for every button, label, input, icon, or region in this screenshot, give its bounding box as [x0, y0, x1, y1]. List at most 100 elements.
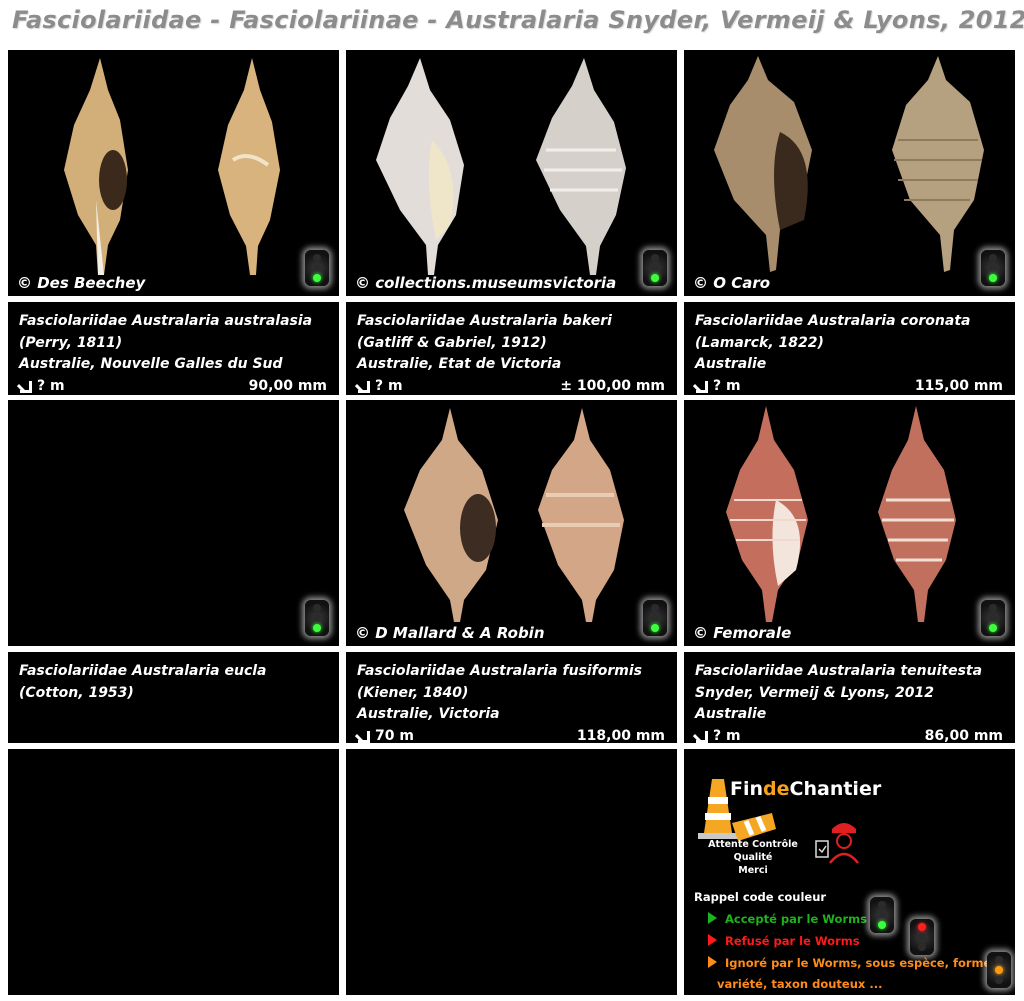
species-name: Fasciolariidae Australaria coronata [695, 313, 971, 329]
shell-dorsal-view [536, 58, 626, 275]
species-name: Fasciolariidae Australaria fusiformis [357, 663, 643, 679]
depth: 70 m [357, 726, 414, 744]
photo-credit: © O Caro [693, 274, 771, 292]
size-value: 90,00 mm [248, 377, 327, 394]
species-meta: ? m 115,00 mm [695, 376, 1003, 396]
photo-panel-tenuitesta: © Femorale [684, 400, 1015, 646]
traffic-light-icon [981, 600, 1005, 636]
depth: ? m [695, 376, 741, 396]
page-title: Fasciolariidae - Fasciolariinae - Austra… [12, 6, 1024, 34]
shell-dorsal-view [892, 56, 984, 272]
species-info-coronata: Fasciolariidae Australaria coronata (Lam… [684, 302, 1015, 395]
species-info-australasia: Fasciolariidae Australaria australasia (… [8, 302, 339, 395]
traffic-light-icon [643, 600, 667, 636]
photo-panel-coronata: © O Caro [684, 50, 1015, 296]
depth: ? m [357, 376, 403, 396]
shell-image [64, 58, 280, 275]
shell-aperture-view [404, 408, 498, 622]
shell-aperture-view [376, 58, 464, 275]
traffic-light-icon [910, 919, 934, 955]
species-locality: Australie, Nouvelle Galles du Sud [19, 356, 283, 372]
depth-value: ? m [713, 377, 741, 394]
depth-value: ? m [37, 377, 65, 394]
species-author: Snyder, Vermeij & Lyons, 2012 [695, 684, 934, 701]
depth-arrow-icon [357, 380, 369, 392]
inspector-icon [815, 823, 859, 864]
legend-text: Accepté par le Worms [725, 912, 867, 926]
traffic-light-icon [987, 952, 1011, 988]
shell-aperture-view [726, 406, 808, 622]
species-info-fusiformis: Fasciolariidae Australaria fusiformis (K… [346, 652, 677, 743]
species-meta: 70 m 118,00 mm [357, 726, 665, 744]
traffic-light-icon [870, 897, 894, 933]
photo-credit: © D Mallard & A Robin [355, 624, 545, 642]
play-triangle-icon [708, 956, 717, 968]
species-locality: Australie [695, 706, 767, 722]
play-triangle-icon [708, 912, 717, 924]
legend-title: Rappel code couleur [694, 890, 827, 904]
photo-panel-bakeri: © collections.museumsvictoria [346, 50, 677, 296]
legend-text: Ignoré par le Worms, sous espèce, forme [725, 956, 992, 970]
photo-credit: © collections.museumsvictoria [355, 274, 617, 292]
depth-arrow-icon [357, 730, 369, 742]
size-value: 86,00 mm [924, 727, 1003, 744]
species-locality: Australie, Etat de Victoria [357, 356, 562, 372]
size-value: ± 100,00 mm [560, 377, 665, 394]
species-meta: ? m ± 100,00 mm [357, 376, 665, 396]
legend-text: variété, taxon douteux ... [717, 977, 883, 991]
species-info-tenuitesta: Fasciolariidae Australaria tenuitesta Sn… [684, 652, 1015, 743]
photo-panel-eucla [8, 400, 339, 646]
play-triangle-icon [708, 934, 717, 946]
species-author: (Perry, 1811) [19, 334, 123, 351]
species-meta: ? m 86,00 mm [695, 726, 1003, 744]
depth-arrow-icon [695, 730, 707, 742]
species-author: (Kiener, 1840) [357, 684, 469, 701]
species-info-eucla: Fasciolariidae Australaria eucla (Cotton… [8, 652, 339, 743]
traffic-light-icon [981, 250, 1005, 286]
photo-credit: © Des Beechey [17, 274, 146, 292]
species-name: Fasciolariidae Australaria australasia [19, 313, 313, 329]
legend-refused: Refusé par le Worms [708, 931, 860, 952]
legend-ignored: Ignoré par le Worms, sous espèce, forme [708, 953, 991, 974]
shell-dorsal-view [218, 58, 280, 275]
depth-arrow-icon [695, 380, 707, 392]
brand-chantier: Chantier [789, 778, 882, 800]
depth-arrow-icon [19, 380, 31, 392]
species-locality: Australie, Victoria [357, 706, 500, 722]
subtitle-line: Attente Contrôle Qualité [708, 839, 798, 863]
legend-accepted: Accepté par le Worms [708, 909, 867, 930]
species-info-bakeri: Fasciolariidae Australaria bakeri (Gatli… [346, 302, 677, 395]
species-name: Fasciolariidae Australaria tenuitesta [695, 663, 983, 679]
shell-aperture-view [64, 58, 128, 275]
traffic-light-icon [305, 600, 329, 636]
shell-dorsal-view [538, 408, 624, 622]
depth-value: ? m [375, 377, 403, 394]
logo-brand: FindeChantier [730, 778, 881, 800]
shell-image [714, 56, 984, 272]
depth-value: 70 m [375, 727, 414, 744]
brand-de: de [763, 778, 790, 800]
traffic-light-icon [305, 250, 329, 286]
species-meta: ? m 90,00 mm [19, 376, 327, 396]
shell-image [376, 58, 626, 275]
size-value: 115,00 mm [914, 377, 1003, 394]
legend-text: Refusé par le Worms [725, 934, 860, 948]
shell-aperture-view [714, 56, 812, 272]
shell-image [726, 406, 956, 622]
size-value: 118,00 mm [576, 727, 665, 744]
empty-panel [346, 749, 677, 995]
photo-panel-fusiformis: © D Mallard & A Robin [346, 400, 677, 646]
traffic-light-icon [643, 250, 667, 286]
photo-credit: © Femorale [693, 624, 792, 642]
species-author: (Gatliff & Gabriel, 1912) [357, 334, 547, 351]
depth: ? m [19, 376, 65, 396]
depth-value: ? m [713, 727, 741, 744]
species-locality: Australie [695, 356, 767, 372]
legend-ignored-continued: variété, taxon douteux ... [717, 974, 882, 995]
subtitle-line: Merci [738, 865, 768, 876]
logo-legend-panel: FindeChantier Attente Contrôle Qualité M… [684, 749, 1015, 995]
brand-fin: Fin [730, 778, 764, 800]
species-author: (Lamarck, 1822) [695, 334, 824, 351]
shell-image [404, 408, 624, 622]
depth: ? m [695, 726, 741, 744]
